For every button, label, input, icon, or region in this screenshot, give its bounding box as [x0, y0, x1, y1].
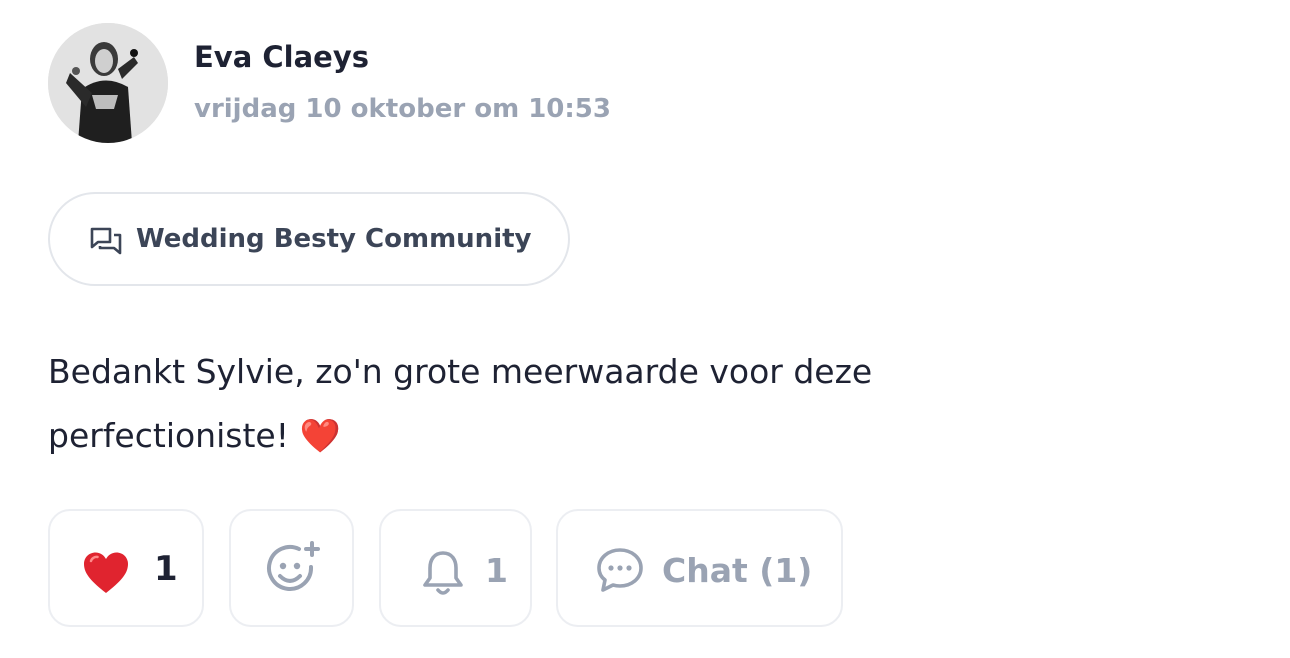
follow-count: 1 [485, 551, 508, 590]
add-reaction-button[interactable] [229, 509, 354, 627]
avatar[interactable] [48, 23, 168, 143]
chat-label: Chat (1) [662, 551, 813, 590]
follow-button[interactable]: 1 [379, 509, 532, 627]
bell-icon [421, 549, 465, 597]
reaction-count: 1 [154, 549, 178, 589]
post-message-line: perfectioniste! ❤️ [48, 404, 1048, 468]
heart-icon [82, 551, 130, 595]
heart-emoji: ❤️ [299, 416, 341, 455]
chat-bubbles-icon [90, 227, 122, 255]
community-label: Wedding Besty Community [136, 224, 532, 254]
community-tag-button[interactable]: Wedding Besty Community [48, 192, 570, 286]
author-name[interactable]: Eva Claeys [194, 40, 369, 74]
chat-bubble-icon [596, 547, 644, 593]
chat-button[interactable]: Chat (1) [556, 509, 843, 627]
post-message: Bedankt Sylvie, zo'n grote meerwaarde vo… [48, 340, 1048, 468]
smiley-plus-icon [265, 541, 323, 599]
post-message-text: perfectioniste! [48, 416, 289, 455]
post-timestamp: vrijdag 10 oktober om 10:53 [194, 94, 611, 124]
reaction-button[interactable]: 1 [48, 509, 204, 627]
post-message-line: Bedankt Sylvie, zo'n grote meerwaarde vo… [48, 352, 873, 391]
